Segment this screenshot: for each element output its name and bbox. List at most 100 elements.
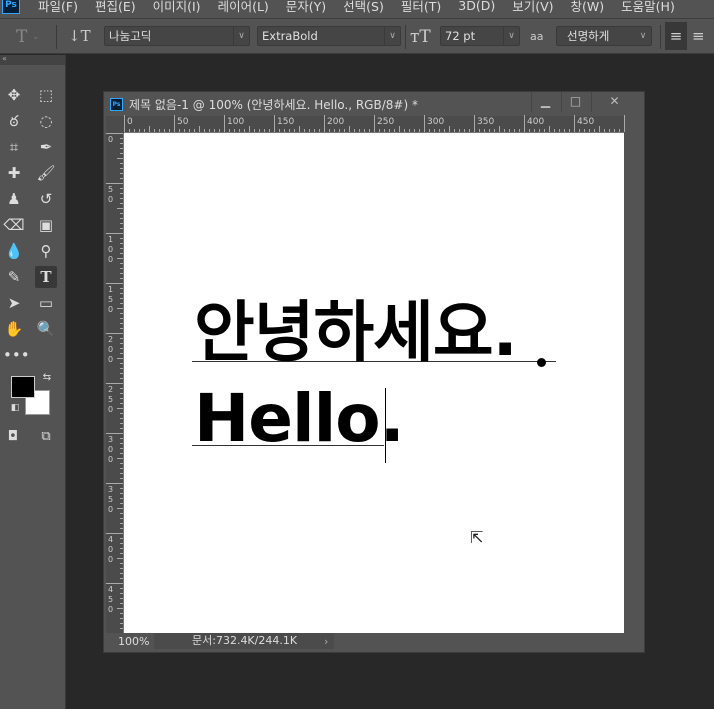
ruler-tick [374,115,375,132]
ruler-tick [120,138,123,139]
ruler-tick [120,373,123,374]
ruler-tick [444,129,445,132]
ruler-origin[interactable] [106,116,124,133]
ruler-tick [120,353,123,354]
ruler-tick [354,129,355,132]
align-left-button[interactable]: ≡ [665,22,687,50]
ruler-tick [120,413,123,414]
document-title: 제목 없음-1 @ 100% (안녕하세요. Hello., RGB/8#) * [129,97,418,112]
stamp-tool-icon[interactable]: ♟ [3,188,25,210]
ruler-tick [120,438,123,439]
ruler-tick [494,129,495,132]
pen-tool-icon[interactable]: ✎ [3,266,25,288]
zoom-tool-icon[interactable]: 🔍 [35,318,57,340]
ruler-tick [120,498,123,499]
quick-mask-icon[interactable]: ◘ [2,426,24,448]
font-size-select[interactable]: 72 pt ∨ [440,26,520,46]
ruler-tick [120,478,123,479]
blur-tool-icon[interactable]: 💧 [3,240,25,262]
close-button[interactable]: ✕ [591,92,637,112]
ruler-tick [117,358,123,359]
ruler-tick [154,129,155,132]
menu-select[interactable]: 선택(S) [343,0,384,15]
quick-select-tool-icon[interactable]: ◌ [35,110,57,132]
ruler-tick [534,129,535,132]
panel-collapse-icon[interactable]: « [0,55,65,65]
lasso-tool-icon[interactable]: ఠ [3,110,25,132]
toggle-orientation-icon[interactable]: ↓T [68,27,91,45]
ruler-label: 150 [277,117,295,127]
antialias-select[interactable]: 선명하게 ∨ [556,26,652,46]
ruler-tick [229,129,230,132]
marquee-tool-icon[interactable]: ⬚ [35,84,57,106]
ruler-tick [254,129,255,132]
path-select-tool-icon[interactable]: ➤ [3,292,25,314]
maximize-button[interactable]: □ [561,92,589,112]
menu-layer[interactable]: 레이어(L) [218,0,269,15]
ruler-tick [329,129,330,132]
menu-window[interactable]: 창(W) [571,0,605,15]
ruler-tick [204,129,205,132]
ruler-tick [369,129,370,132]
vertical-ruler[interactable]: 0 50 100 150 200 250 300 350 400 450 [106,133,124,634]
text-line-english[interactable]: Hello. [194,379,405,459]
chevron-down-icon: ∨ [503,27,519,45]
font-family-select[interactable]: 나눔고딕 ∨ [104,26,250,46]
eraser-tool-icon[interactable]: ⌫ [3,214,25,236]
ruler-tick [259,129,260,132]
menu-3d[interactable]: 3D(D) [458,0,495,13]
ruler-tick [120,613,123,614]
menu-file[interactable]: 파일(F) [38,0,78,15]
ruler-label: 350 [108,485,114,514]
type-tool-preset-icon[interactable]: T [16,27,27,47]
foreground-color-swatch[interactable] [11,376,35,398]
menu-image[interactable]: 이미지(I) [153,0,201,15]
move-tool-icon[interactable]: ✥ [3,84,25,106]
swap-colors-icon[interactable]: ⇆ [36,371,58,385]
ruler-tick [509,129,510,132]
more-tools-icon[interactable]: ••• [3,344,30,366]
ruler-tick [174,115,175,132]
ruler-tick [120,163,123,164]
ruler-tick [614,129,615,132]
ruler-tick [120,193,123,194]
ruler-tick [120,598,123,599]
font-style-select[interactable]: ExtraBold ∨ [257,26,401,46]
zoom-level[interactable]: 100% [106,635,154,648]
minimize-button[interactable]: ▁ [531,92,559,112]
ruler-tick [359,129,360,132]
crop-tool-icon[interactable]: ⌗ [3,136,25,158]
healing-tool-icon[interactable]: ✚ [3,162,25,184]
menu-type[interactable]: 문자(Y) [286,0,326,15]
ruler-tick [120,173,123,174]
gradient-tool-icon[interactable]: ▣ [35,214,57,236]
ruler-tick [120,543,123,544]
ruler-tick [379,129,380,132]
document-window: Ps 제목 없음-1 @ 100% (안녕하세요. Hello., RGB/8#… [103,91,645,653]
ruler-tick [120,403,123,404]
rectangle-tool-icon[interactable]: ▭ [35,292,57,314]
history-brush-tool-icon[interactable]: ↺ [35,188,57,210]
menu-view[interactable]: 보기(V) [512,0,553,15]
ruler-tick [120,338,123,339]
ruler-tick [120,288,123,289]
menu-edit[interactable]: 편집(E) [95,0,136,15]
horizontal-ruler[interactable]: 0 50 100 150 200 250 300 350 400 450 [124,115,625,133]
ruler-tick [549,126,550,132]
eyedropper-tool-icon[interactable]: ✒ [35,136,57,158]
ruler-tick [120,143,123,144]
menu-filter[interactable]: 필터(T) [401,0,441,15]
ruler-tick [117,558,123,559]
ruler-tick [504,129,505,132]
default-colors-icon[interactable]: ◧ [4,401,26,415]
screen-mode-icon[interactable]: ⧉ [35,426,57,448]
brush-tool-icon[interactable]: 🖌 [35,162,57,184]
hand-tool-icon[interactable]: ✋ [3,318,25,340]
chevron-right-icon[interactable]: › [324,635,328,648]
dodge-tool-icon[interactable]: ⚲ [35,240,57,262]
type-tool-icon[interactable]: T [35,266,57,288]
menu-help[interactable]: 도움말(H) [621,0,675,15]
align-center-button[interactable]: ≡ [692,27,705,45]
canvas[interactable]: 안녕하세요. Hello. ⇱ [124,133,624,633]
text-line-korean[interactable]: 안녕하세요. [194,293,518,373]
